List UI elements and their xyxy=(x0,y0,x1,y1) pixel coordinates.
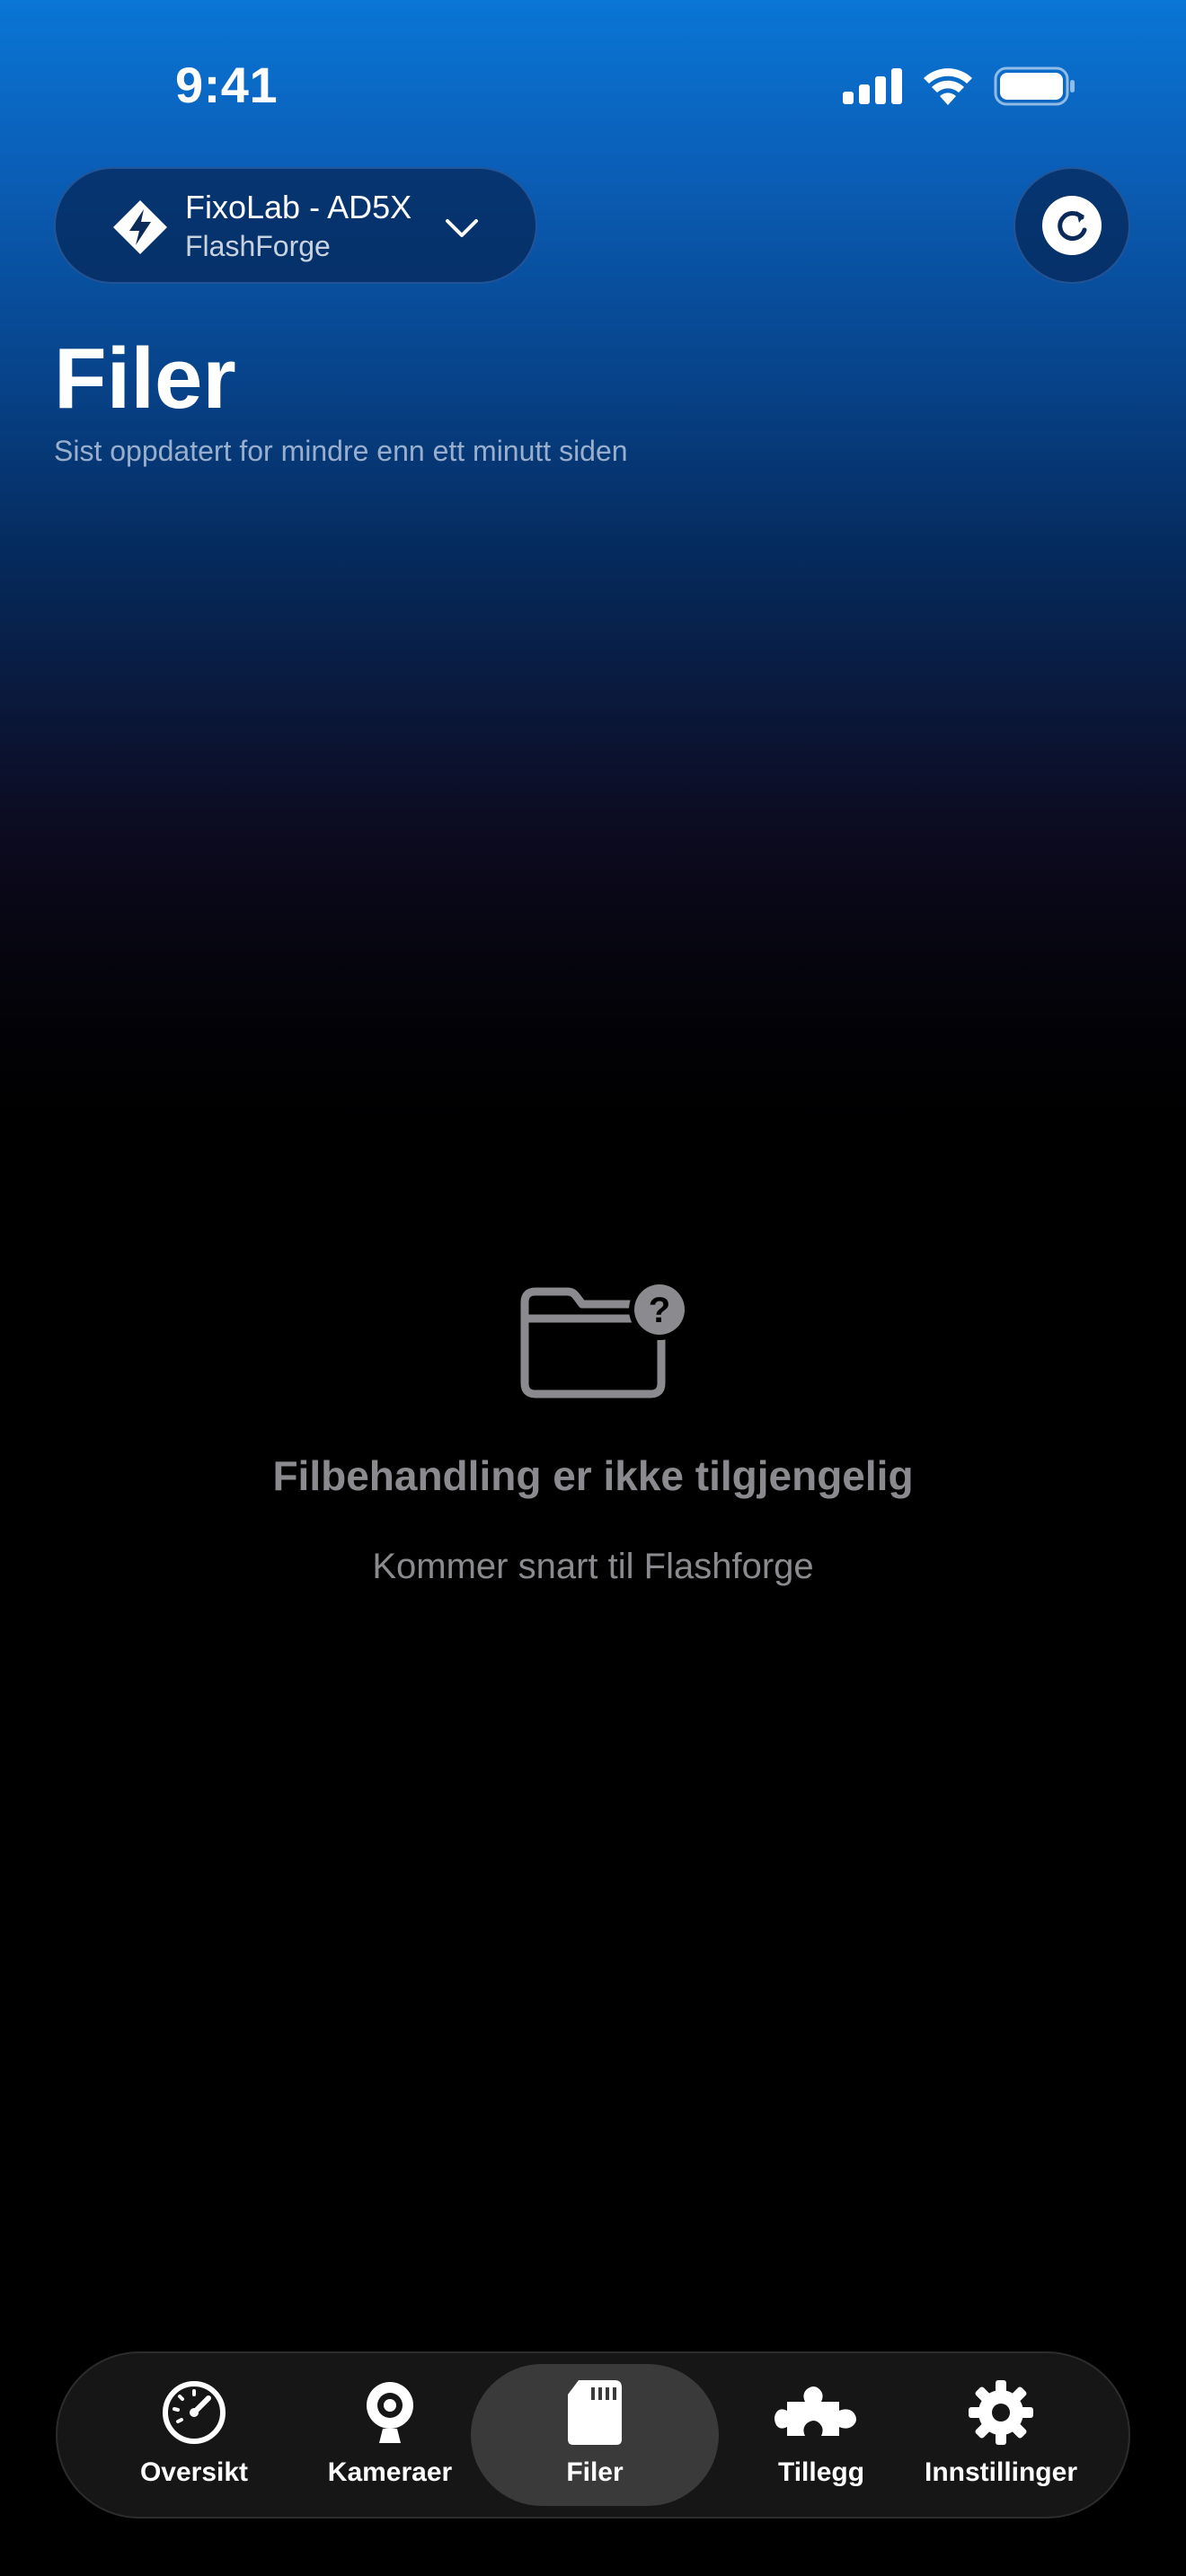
puzzle-icon xyxy=(774,2386,856,2436)
empty-state-subtitle: Kommer snart til Flashforge xyxy=(372,1547,814,1586)
tab-label: Innstillinger xyxy=(924,2457,1077,2487)
last-updated-text: Sist oppdatert for mindre enn ett minutt… xyxy=(54,435,628,467)
tab-kameraer[interactable]: Kameraer xyxy=(307,2353,473,2517)
webcam-icon xyxy=(367,2382,413,2443)
refresh-icon xyxy=(1058,211,1087,241)
tab-oversikt[interactable]: Oversikt xyxy=(111,2353,277,2517)
tab-label: Filer xyxy=(566,2457,624,2487)
refresh-icon-bg xyxy=(1042,196,1102,255)
flashforge-logo-icon xyxy=(113,200,167,254)
status-icons xyxy=(843,65,1076,108)
tab-label: Tillegg xyxy=(777,2457,865,2487)
cellular-signal-icon xyxy=(843,68,902,104)
printer-selector[interactable]: FixoLab - AD5X FlashForge xyxy=(54,167,537,284)
svg-text:?: ? xyxy=(649,1291,670,1330)
tab-innstillinger[interactable]: Innstillinger xyxy=(911,2353,1091,2517)
refresh-button[interactable] xyxy=(1013,167,1130,284)
printer-brand: FlashForge xyxy=(185,230,331,262)
tab-filer[interactable]: Filer xyxy=(471,2364,719,2506)
tab-bar: Oversikt Kameraer Filer Tillegg Innstill… xyxy=(56,2351,1130,2519)
empty-state-title: Filbehandling er ikke tilgjengelig xyxy=(272,1452,914,1499)
status-time: 9:41 xyxy=(175,57,279,113)
tab-label: Kameraer xyxy=(327,2457,453,2487)
page-title: Filer xyxy=(54,331,236,427)
speedometer-icon xyxy=(163,2381,226,2444)
folder-question-icon: ? xyxy=(520,1279,690,1398)
chevron-down-icon xyxy=(446,219,478,237)
battery-icon xyxy=(994,66,1075,106)
sd-card-icon xyxy=(568,2380,622,2445)
printer-name: FixoLab - AD5X xyxy=(185,189,412,225)
gear-icon xyxy=(969,2380,1033,2445)
files-screen: 9:41 FixoLab - AD5X FlashForge Filer Sis… xyxy=(0,0,1186,2576)
tab-label: Oversikt xyxy=(139,2457,249,2487)
wifi-icon xyxy=(924,68,972,105)
tab-tillegg[interactable]: Tillegg xyxy=(739,2353,904,2517)
